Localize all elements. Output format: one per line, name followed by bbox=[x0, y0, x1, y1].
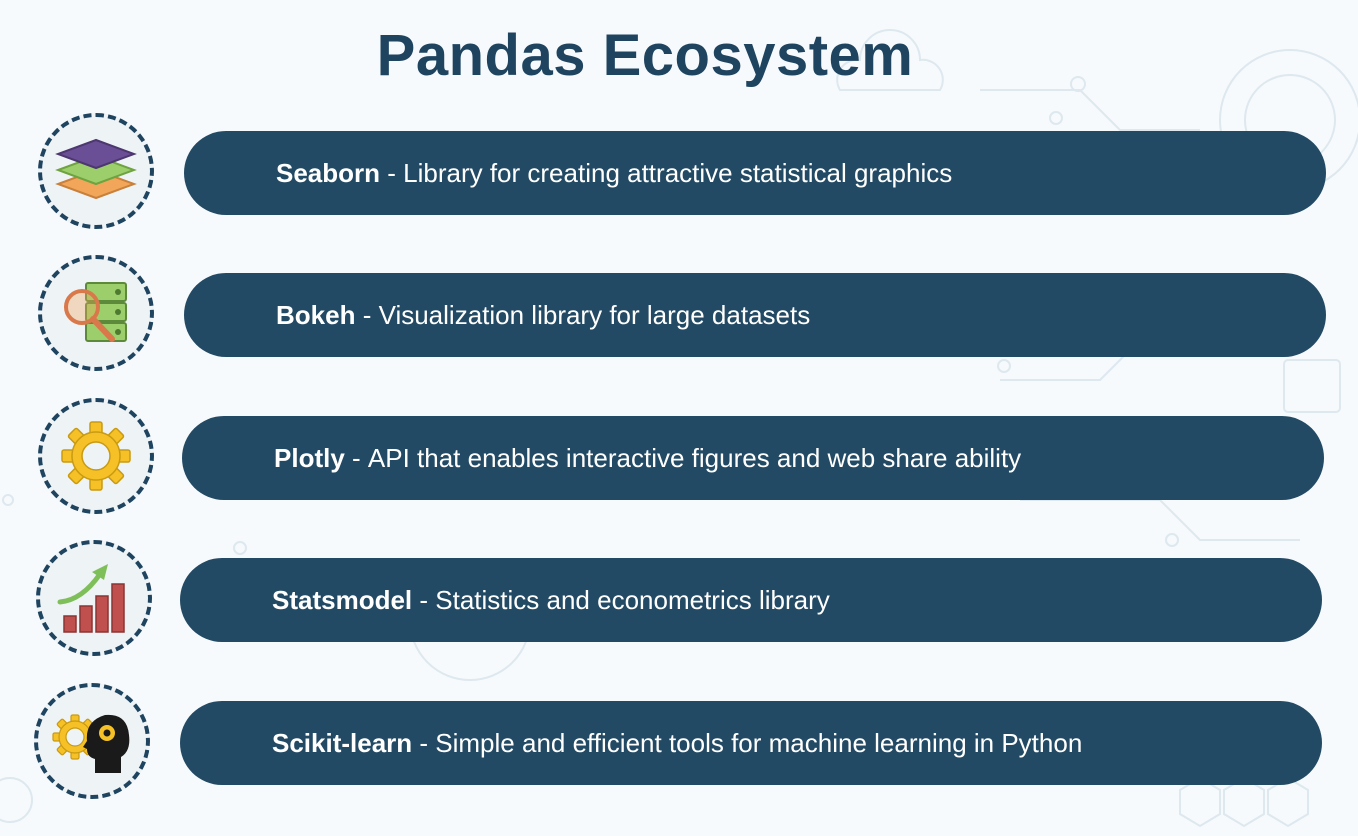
list-item-scikit-learn: Scikit-learn - Simple and efficient tool… bbox=[0, 683, 1358, 807]
separator: - bbox=[412, 584, 436, 615]
library-name: Statsmodel bbox=[272, 584, 413, 615]
library-pill: Statsmodel - Statistics and econometrics… bbox=[180, 558, 1322, 642]
separator: - bbox=[380, 157, 404, 188]
separator: - bbox=[344, 442, 368, 473]
library-description: Visualization library for large datasets bbox=[378, 299, 811, 330]
library-pill: Scikit-learn - Simple and efficient tool… bbox=[180, 701, 1322, 785]
library-description: API that enables interactive figures and… bbox=[367, 442, 1022, 473]
library-name: Bokeh bbox=[276, 299, 356, 330]
list-item-plotly: Plotly - API that enables interactive fi… bbox=[0, 398, 1358, 522]
separator: - bbox=[355, 299, 379, 330]
list-item-statsmodel: Statsmodel - Statistics and econometrics… bbox=[0, 540, 1358, 664]
server-magnifier-icon bbox=[38, 255, 154, 371]
list-item-seaborn: Seaborn - Library for creating attractiv… bbox=[0, 113, 1358, 237]
library-name: Seaborn bbox=[276, 157, 381, 188]
layers-icon bbox=[38, 113, 154, 229]
separator: - bbox=[412, 727, 436, 758]
library-pill: Plotly - API that enables interactive fi… bbox=[182, 416, 1324, 500]
page-title: Pandas Ecosystem bbox=[376, 23, 914, 88]
bar-chart-growth-icon bbox=[36, 540, 152, 656]
library-description: Statistics and econometrics library bbox=[435, 584, 830, 615]
gear-head-icon bbox=[34, 683, 150, 799]
library-description: Simple and efficient tools for machine l… bbox=[435, 727, 1083, 758]
library-name: Plotly bbox=[274, 442, 345, 473]
library-description: Library for creating attractive statisti… bbox=[403, 157, 953, 188]
library-name: Scikit-learn bbox=[272, 727, 413, 758]
library-pill: Seaborn - Library for creating attractiv… bbox=[184, 131, 1326, 215]
list-item-bokeh: Bokeh - Visualization library for large … bbox=[0, 255, 1358, 379]
gear-icon bbox=[38, 398, 154, 514]
library-pill: Bokeh - Visualization library for large … bbox=[184, 273, 1326, 357]
